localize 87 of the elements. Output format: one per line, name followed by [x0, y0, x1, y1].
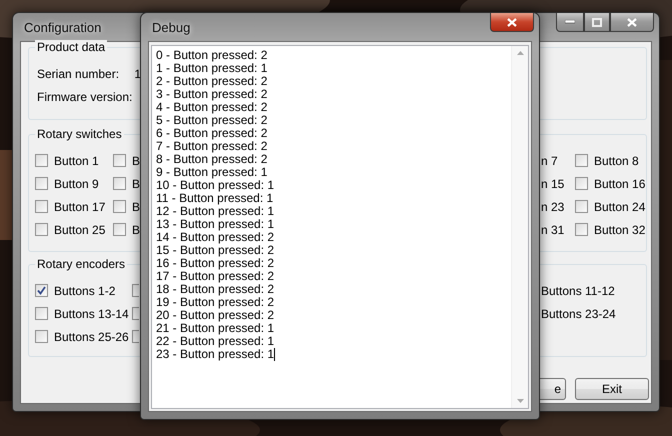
checkbox-label: Button 16: [594, 176, 646, 190]
checkbox[interactable]: [35, 154, 48, 167]
log-line: 23 - Button pressed: 1: [156, 348, 274, 361]
log-line: 8 - Button pressed: 2: [156, 153, 268, 166]
log-line: 15 - Button pressed: 2: [156, 244, 274, 257]
window-title: Debug: [152, 20, 190, 34]
log-line: 1 - Button pressed: 1: [156, 62, 268, 75]
log-line: 2 - Button pressed: 2: [156, 75, 268, 88]
log-line: 10 - Button pressed: 1: [156, 179, 274, 192]
checkbox-label: n 31: [541, 222, 564, 236]
scroll-down-icon: [516, 399, 524, 403]
checkbox-label: n 23: [541, 200, 564, 214]
log-line: 14 - Button pressed: 2: [156, 231, 274, 244]
log-line: 17 - Button pressed: 2: [156, 270, 274, 283]
maximize-icon: [592, 18, 602, 26]
log-line: 16 - Button pressed: 2: [156, 257, 274, 270]
log-line: 21 - Button pressed: 1: [156, 322, 274, 335]
checkbox-label: B: [132, 176, 140, 190]
checkbox[interactable]: [132, 307, 139, 320]
log-line: 11 - Button pressed: 1: [156, 192, 274, 205]
checkbox-label: B: [132, 200, 140, 214]
log-line: 5 - Button pressed: 2: [156, 114, 268, 127]
checkbox[interactable]: [35, 284, 48, 297]
text-cursor: [274, 348, 276, 361]
checkbox[interactable]: [132, 330, 139, 343]
checkbox[interactable]: [35, 177, 48, 190]
window-title: Configuration: [24, 20, 102, 34]
checkbox-label: n 15: [541, 176, 564, 190]
checkbox-label: Buttons 11-12: [541, 284, 615, 298]
checkbox-label: Button 25: [54, 222, 106, 236]
log-line: 6 - Button pressed: 2: [156, 127, 268, 140]
checkbox-label: n 7: [541, 154, 558, 168]
checkbox-label: Button 8: [594, 154, 639, 168]
maximize-button[interactable]: [584, 13, 610, 32]
log-line: 12 - Button pressed: 1: [156, 205, 274, 218]
log-line: 13 - Button pressed: 1: [156, 218, 274, 231]
log-line: 22 - Button pressed: 1: [156, 335, 274, 348]
close-icon: [627, 18, 637, 26]
checkbox-label: Button 1: [54, 154, 99, 168]
log-line: 3 - Button pressed: 2: [156, 88, 268, 101]
checkbox[interactable]: [575, 154, 588, 167]
checkbox[interactable]: [35, 223, 48, 236]
log-line: 9 - Button pressed: 1: [156, 166, 268, 179]
checkbox-label: Button 24: [594, 200, 646, 214]
log-line: 7 - Button pressed: 2: [156, 140, 268, 153]
group-title: Product data: [35, 40, 108, 54]
close-button[interactable]: [610, 13, 654, 32]
checkmark-icon: [37, 286, 46, 295]
log-line: 20 - Button pressed: 2: [156, 309, 274, 322]
checkbox[interactable]: [113, 177, 126, 190]
close-button[interactable]: [490, 13, 534, 32]
minimize-button[interactable]: [556, 13, 584, 32]
checkbox-label: Button 9: [54, 176, 99, 190]
checkbox[interactable]: [575, 200, 588, 213]
minimize-icon: [565, 20, 575, 24]
checkbox-label: Buttons 23-24: [541, 306, 616, 320]
checkbox-label: B: [132, 222, 140, 236]
checkbox[interactable]: [113, 223, 126, 236]
log-line: 18 - Button pressed: 2: [156, 283, 274, 296]
field-label: Firmware version:: [37, 90, 134, 104]
checkbox[interactable]: [35, 307, 48, 320]
group-title: Rotary encoders: [35, 257, 128, 271]
log-line: 0 - Button pressed: 2: [156, 49, 268, 62]
checkbox-label: Buttons 1-2: [54, 284, 116, 298]
scroll-up-icon: [516, 51, 524, 55]
checkbox[interactable]: [35, 330, 48, 343]
group-title: Rotary switches: [35, 127, 124, 141]
close-icon: [507, 18, 517, 26]
checkbox[interactable]: [132, 284, 139, 297]
dialog-button[interactable]: Exit: [575, 378, 649, 400]
checkbox-label: Buttons 25-26: [54, 330, 129, 344]
checkbox[interactable]: [113, 200, 126, 213]
checkbox-label: Buttons 13-14: [54, 306, 129, 320]
dialog-button[interactable]: e: [538, 378, 566, 400]
field-label: Serian number:: [37, 66, 120, 80]
checkbox[interactable]: [575, 223, 588, 236]
field-value: 1: [134, 66, 141, 80]
checkbox[interactable]: [575, 177, 588, 190]
checkbox-label: Button 17: [54, 200, 106, 214]
checkbox-label: Button 32: [594, 222, 646, 236]
log-line: 19 - Button pressed: 2: [156, 296, 274, 309]
log-text-area[interactable]: [151, 45, 529, 409]
checkbox[interactable]: [35, 200, 48, 213]
log-line: 4 - Button pressed: 2: [156, 101, 268, 114]
checkbox[interactable]: [113, 154, 126, 167]
checkbox-label: B: [132, 154, 140, 168]
scrollbar[interactable]: [511, 46, 528, 408]
